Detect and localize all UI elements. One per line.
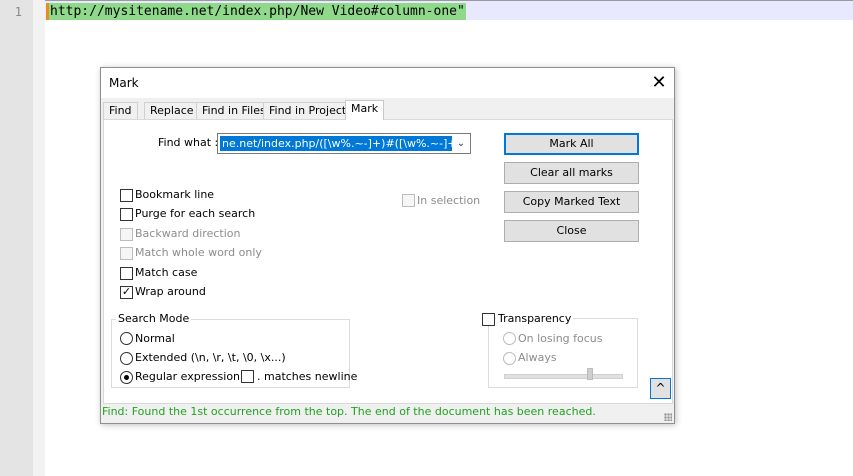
backward-direction-checkbox[interactable] — [120, 228, 133, 241]
match-whole-word-checkbox[interactable] — [120, 247, 133, 260]
chevron-down-icon[interactable]: ⌄ — [454, 135, 468, 152]
always-radio[interactable] — [503, 352, 516, 365]
bookmark-line-checkbox[interactable] — [120, 189, 133, 202]
tab-mark[interactable]: Mark — [345, 100, 385, 120]
bookmark-line-label: Bookmark line — [135, 188, 215, 201]
tab-replace[interactable]: Replace — [144, 102, 200, 119]
clear-all-marks-button[interactable]: Clear all marks — [504, 162, 639, 184]
find-what-selected-text[interactable]: ne.net/index.php/([\w%.~-]+)#([\w%.~-]+)… — [220, 136, 452, 151]
in-selection-checkbox[interactable] — [402, 194, 415, 207]
editor-top-border — [45, 0, 853, 1]
on-losing-focus-label: On losing focus — [518, 332, 603, 345]
radio-selected-dot — [124, 375, 129, 380]
fold-margin — [33, 0, 45, 476]
transparency-slider-thumb[interactable] — [587, 368, 593, 380]
tab-find[interactable]: Find — [103, 102, 138, 119]
on-losing-focus-radio[interactable] — [503, 332, 516, 345]
transparency-title: Transparency — [496, 312, 574, 325]
line-number-gutter: 1 — [0, 0, 33, 476]
wrap-around-checkbox[interactable]: ✓ — [120, 285, 133, 299]
dot-matches-newline-label: . matches newline — [257, 370, 358, 383]
mark-dialog: Mark ✕ Find Replace Find in Files Find i… — [100, 67, 675, 424]
find-what-label: Find what : — [158, 136, 219, 149]
transparency-checkbox[interactable] — [482, 313, 495, 326]
status-message: Find: Found the 1st occurrence from the … — [102, 405, 596, 418]
collapse-button[interactable]: ^ — [650, 378, 671, 399]
tab-find-in-projects[interactable]: Find in Projects — [263, 102, 358, 119]
resize-grip-icon[interactable] — [664, 413, 672, 421]
always-label: Always — [518, 351, 557, 364]
extended-radio[interactable] — [120, 352, 133, 365]
transparency-slider-track[interactable] — [504, 374, 623, 379]
tab-find-in-files[interactable]: Find in Files — [196, 102, 272, 119]
purge-each-search-label: Purge for each search — [135, 207, 256, 220]
match-case-label: Match case — [135, 266, 198, 279]
dialog-title: Mark — [109, 76, 139, 90]
search-mode-title: Search Mode — [116, 312, 192, 325]
in-selection-label: In selection — [417, 194, 481, 207]
extended-label: Extended (\n, \r, \t, \0, \x...) — [135, 351, 286, 364]
match-whole-word-label: Match whole word only — [135, 246, 262, 259]
find-what-combobox[interactable]: ne.net/index.php/([\w%.~-]+)#([\w%.~-]+)… — [217, 133, 471, 154]
close-icon[interactable]: ✕ — [644, 68, 674, 98]
regex-radio[interactable] — [120, 371, 133, 384]
backward-direction-label: Backward direction — [135, 227, 241, 240]
match-case-checkbox[interactable] — [120, 267, 133, 280]
normal-label: Normal — [135, 332, 175, 345]
dot-matches-newline-checkbox[interactable] — [241, 370, 254, 383]
mark-all-button[interactable]: Mark All — [504, 133, 639, 155]
wrap-around-label: Wrap around — [135, 285, 206, 298]
checkmark-icon: ✓ — [121, 285, 132, 298]
close-button[interactable]: Close — [504, 220, 639, 242]
purge-each-search-checkbox[interactable] — [120, 208, 133, 221]
editor-line-text[interactable]: http://mysitename.net/index.php/New Vide… — [46, 3, 466, 20]
copy-marked-text-button[interactable]: Copy Marked Text — [504, 191, 639, 213]
dialog-titlebar[interactable]: Mark ✕ — [101, 68, 674, 98]
line-number: 1 — [14, 5, 22, 19]
regex-label: Regular expression — [135, 370, 241, 383]
normal-radio[interactable] — [120, 332, 133, 345]
